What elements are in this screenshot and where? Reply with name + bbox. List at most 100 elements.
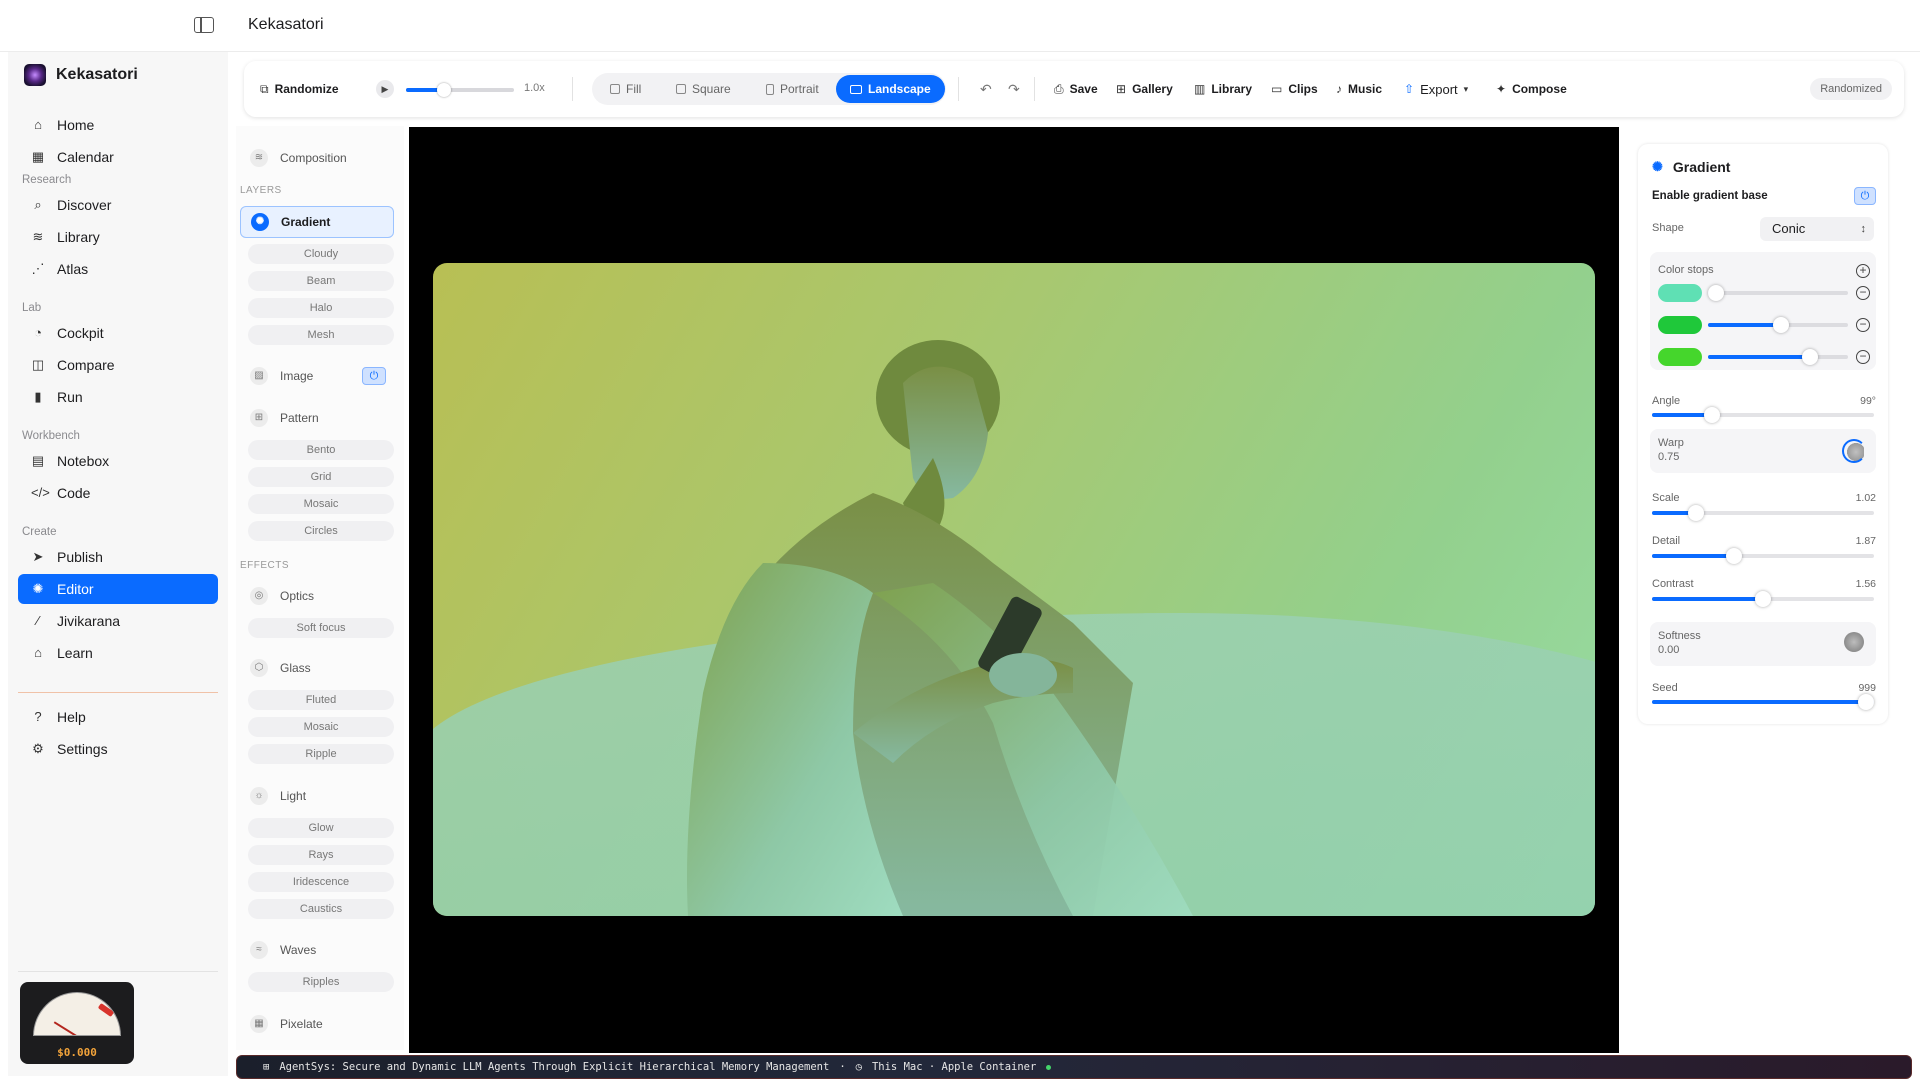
preset-rays[interactable]: Rays <box>248 845 394 865</box>
layer-image[interactable]: ▨ Image ⏻ <box>240 360 394 392</box>
redo-button[interactable]: ↷ <box>1008 79 1020 99</box>
preset-bento[interactable]: Bento <box>248 440 394 460</box>
sidebar-item-atlas[interactable]: ⋰ Atlas <box>18 254 218 284</box>
aspect-landscape-button[interactable]: Landscape <box>836 75 945 103</box>
sidebar-item-run[interactable]: ▮ Run <box>18 382 218 412</box>
color-stop-knob[interactable] <box>1708 285 1724 301</box>
preset-halo[interactable]: Halo <box>248 298 394 318</box>
angle-slider-fill <box>1652 413 1712 417</box>
sidebar-item-learn[interactable]: ⌂ Learn <box>18 638 218 668</box>
aspect-square-button[interactable]: Square <box>662 75 745 103</box>
sidebar-item-library[interactable]: ≋ Library <box>18 222 218 252</box>
preset-ripple[interactable]: Ripple <box>248 744 394 764</box>
speed-slider[interactable] <box>406 83 514 97</box>
layer-glass[interactable]: ⬡ Glass <box>240 652 394 684</box>
clips-button[interactable]: ▭ Clips <box>1271 79 1318 99</box>
detail-slider[interactable] <box>1652 548 1874 564</box>
sidebar-item-code[interactable]: </> Code <box>18 478 218 508</box>
power-toggle-icon[interactable]: ⏻ <box>1854 187 1876 205</box>
preset-iridescence[interactable]: Iridescence <box>248 872 394 892</box>
export-menu-button[interactable]: ⇧ Export ▾ <box>1404 79 1468 99</box>
undo-button[interactable]: ↶ <box>980 79 992 99</box>
aspect-fill-button[interactable]: Fill <box>596 75 655 103</box>
preset-glow[interactable]: Glow <box>248 818 394 838</box>
preset-glass-mosaic[interactable]: Mosaic <box>248 717 394 737</box>
sidebar-item-publish[interactable]: ➤ Publish <box>18 542 218 572</box>
layer-optics[interactable]: ◎ Optics <box>240 580 394 612</box>
angle-slider[interactable] <box>1652 407 1874 423</box>
layer-waves[interactable]: ≈ Waves <box>240 934 394 966</box>
contrast-slider[interactable] <box>1652 591 1874 607</box>
sidebar-item-calendar[interactable]: ▦ Calendar <box>18 142 218 172</box>
speed-slider-knob[interactable] <box>436 83 451 97</box>
color-stop-knob[interactable] <box>1772 317 1789 333</box>
angle-slider-knob[interactable] <box>1703 407 1720 423</box>
sidebar-item-compare[interactable]: ◫ Compare <box>18 350 218 380</box>
section-create: Create <box>22 526 57 538</box>
play-button[interactable]: ▶ <box>376 80 394 98</box>
cost-gauge[interactable]: $0.000 <box>20 982 134 1064</box>
music-button[interactable]: ♪ Music <box>1336 79 1382 99</box>
detail-slider-knob[interactable] <box>1726 548 1743 564</box>
warp-control[interactable]: Warp 0.75 <box>1650 429 1876 473</box>
color-stop-swatch[interactable] <box>1658 316 1702 334</box>
preset-caustics[interactable]: Caustics <box>248 899 394 919</box>
sidebar-item-cockpit[interactable]: ◔ Cockpit <box>18 318 218 348</box>
preview-canvas[interactable] <box>409 127 1619 1053</box>
remove-stop-icon[interactable]: − <box>1856 350 1870 364</box>
preset-soft-focus[interactable]: Soft focus <box>248 618 394 638</box>
warp-dial-icon[interactable] <box>1842 439 1866 463</box>
color-stop-slider[interactable] <box>1708 349 1848 365</box>
color-stop-slider[interactable] <box>1708 317 1848 333</box>
layer-composition[interactable]: ≋ Composition <box>240 142 394 174</box>
send-icon: ➤ <box>32 549 44 564</box>
remove-stop-icon[interactable]: − <box>1856 318 1870 332</box>
color-stop-knob[interactable] <box>1802 349 1819 365</box>
library-button[interactable]: ▥ Library <box>1194 79 1252 99</box>
sidebar-item-help[interactable]: ? Help <box>18 702 218 732</box>
remove-stop-icon[interactable]: − <box>1856 286 1870 300</box>
randomize-button[interactable]: ⧉ Randomize <box>260 79 339 99</box>
preset-grid[interactable]: Grid <box>248 467 394 487</box>
preset-mesh[interactable]: Mesh <box>248 325 394 345</box>
sidebar-item-settings[interactable]: ⚙ Settings <box>18 734 218 764</box>
sidebar-item-discover[interactable]: ⌕ Discover <box>18 190 218 220</box>
scale-slider-knob[interactable] <box>1688 505 1705 521</box>
layer-light[interactable]: ☼ Light <box>240 780 394 812</box>
color-stop-slider[interactable] <box>1708 285 1848 301</box>
sidebar-item-notebox[interactable]: ▤ Notebox <box>18 446 218 476</box>
statue-image <box>687 340 1193 916</box>
gallery-button[interactable]: ⊞ Gallery <box>1116 79 1173 99</box>
calendar-icon: ▦ <box>31 149 45 164</box>
softness-dial-icon[interactable] <box>1844 632 1864 652</box>
scale-slider[interactable] <box>1652 505 1874 521</box>
softness-control[interactable]: Softness 0.00 <box>1650 622 1876 666</box>
preset-fluted[interactable]: Fluted <box>248 690 394 710</box>
preset-beam[interactable]: Beam <box>248 271 394 291</box>
color-stop-swatch[interactable] <box>1658 348 1702 366</box>
shape-select[interactable]: Conic <box>1760 217 1874 241</box>
save-button[interactable]: ⎙ Save <box>1054 79 1098 99</box>
sidebar-toggle-icon[interactable] <box>194 17 214 33</box>
preset-mosaic[interactable]: Mosaic <box>248 494 394 514</box>
brand[interactable]: Kekasatori <box>24 64 138 86</box>
sidebar-item-home[interactable]: ⌂ Home <box>18 110 218 140</box>
color-stop-swatch[interactable] <box>1658 284 1702 302</box>
sidebar-item-jivikarana[interactable]: ⁄ Jivikarana <box>18 606 218 636</box>
contrast-slider-knob[interactable] <box>1755 591 1771 607</box>
layer-pixelate[interactable]: ▦ Pixelate <box>240 1008 394 1040</box>
layer-gradient[interactable]: ✺ Gradient <box>240 206 394 238</box>
seed-slider-knob[interactable] <box>1858 694 1874 710</box>
artwork-preview[interactable] <box>433 263 1595 916</box>
layer-pattern[interactable]: ⊞ Pattern <box>240 402 394 434</box>
power-toggle-icon[interactable]: ⏻ <box>362 367 386 385</box>
preset-cloudy[interactable]: Cloudy <box>248 244 394 264</box>
toolbar-divider <box>1034 77 1035 101</box>
aspect-portrait-button[interactable]: Portrait <box>752 75 833 103</box>
preset-ripples[interactable]: Ripples <box>248 972 394 992</box>
sidebar-item-editor[interactable]: ✺ Editor <box>18 574 218 604</box>
compose-button[interactable]: ✦ Compose <box>1496 79 1567 99</box>
seed-slider[interactable] <box>1652 694 1874 710</box>
preset-circles[interactable]: Circles <box>248 521 394 541</box>
add-stop-icon[interactable]: + <box>1856 264 1870 278</box>
